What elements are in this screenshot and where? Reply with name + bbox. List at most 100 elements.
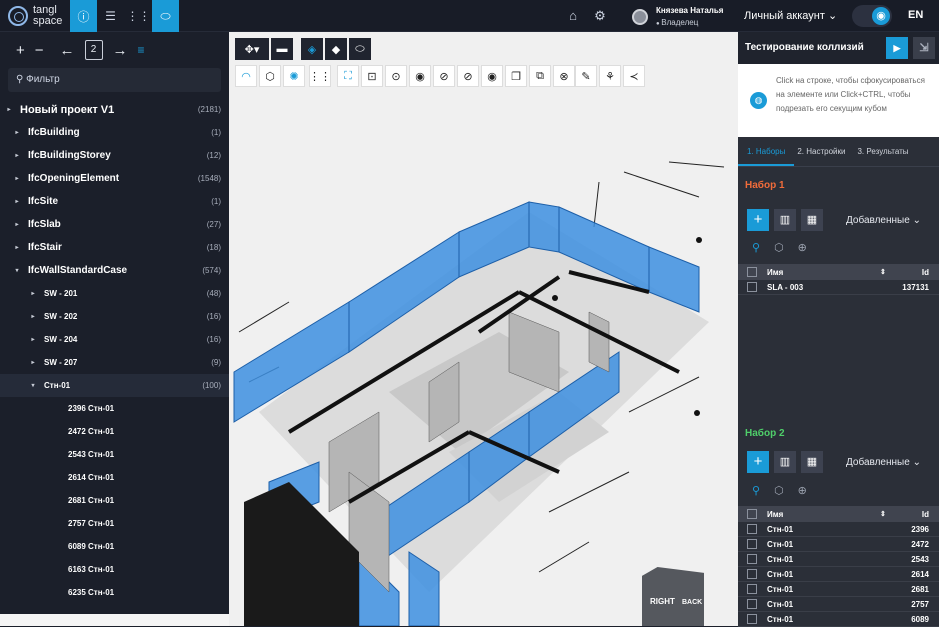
cube-icon[interactable]: ⬡ xyxy=(774,241,784,254)
copy-icon[interactable]: ❐ xyxy=(505,65,527,87)
table-row[interactable]: Стн-01 2396 xyxy=(738,522,939,537)
hide-icon[interactable]: ⊘ xyxy=(433,65,455,87)
chevron-down-icon[interactable]: ▾ xyxy=(12,267,22,274)
clip-icon[interactable]: ⧉ xyxy=(529,65,551,87)
capsule-icon[interactable]: ⬭ xyxy=(349,38,371,60)
tree-node[interactable]: 6089 Стн-01 xyxy=(0,535,229,558)
globe-mesh-icon[interactable]: ✺ xyxy=(283,65,305,87)
comment-icon[interactable]: ▬ xyxy=(271,38,293,60)
export-button[interactable]: ⇲ xyxy=(913,37,935,59)
theme-toggle[interactable]: ◉ xyxy=(852,5,892,27)
view-cube[interactable]: RIGHT BACK xyxy=(642,567,704,626)
row-checkbox[interactable] xyxy=(747,569,757,579)
arrow-right-icon[interactable]: → xyxy=(113,42,128,59)
share-icon[interactable]: ≺ xyxy=(623,65,645,87)
row-checkbox[interactable] xyxy=(747,599,757,609)
row-checkbox[interactable] xyxy=(747,554,757,564)
collision-mode-button[interactable]: ⬭ xyxy=(152,0,179,32)
table-row[interactable]: Стн-01 2614 xyxy=(738,567,939,582)
chevron-right-icon[interactable]: ▸ xyxy=(28,336,38,343)
chevron-right-icon[interactable]: ▸ xyxy=(28,290,38,297)
tab-results[interactable]: 3. Результаты xyxy=(857,147,908,156)
tab-sets[interactable]: 1. Наборы xyxy=(747,147,785,156)
cube-icon[interactable]: ⬡ xyxy=(774,484,784,497)
tree-node[interactable]: ▸ IfcOpeningElement (1548) xyxy=(0,167,229,190)
target-icon[interactable]: ◉ xyxy=(409,65,431,87)
chevron-right-icon[interactable]: ▸ xyxy=(12,152,22,159)
select-all-checkbox[interactable] xyxy=(747,267,757,277)
tree-node[interactable]: 2396 Стн-01 xyxy=(0,397,229,420)
tree-node[interactable]: ▾ IfcWallStandardCase (574) xyxy=(0,259,229,282)
play-button[interactable]: ▶ xyxy=(886,37,908,59)
tree-node[interactable]: 2757 Стн-01 xyxy=(0,512,229,535)
tree-node[interactable]: ▸ IfcBuildingStorey (12) xyxy=(0,144,229,167)
chevron-right-icon[interactable]: ▸ xyxy=(4,106,14,113)
tree-node[interactable]: ▸ Новый проект V1 (2181) xyxy=(0,98,229,121)
set1-clear-icon[interactable]: ▦ xyxy=(801,209,823,231)
collapse-minus-icon[interactable]: − xyxy=(35,42,44,59)
list-mode-button[interactable]: ☰ xyxy=(97,0,124,32)
tree-node[interactable]: 2543 Стн-01 xyxy=(0,443,229,466)
info-mode-button[interactable]: ⓘ xyxy=(70,0,97,32)
grid-icon[interactable]: ⋮⋮ xyxy=(309,65,331,87)
tree-node[interactable]: ▸ IfcStair (18) xyxy=(0,236,229,259)
tree-node[interactable]: ▸ IfcSite (1) xyxy=(0,190,229,213)
tree-node[interactable]: ▸ SW - 202 (16) xyxy=(0,305,229,328)
table-row[interactable]: Стн-01 2472 xyxy=(738,537,939,552)
set2-trash-icon[interactable]: ▥ xyxy=(774,451,796,473)
briefcase-icon[interactable]: ⌂ xyxy=(565,8,581,24)
set2-added-dropdown[interactable]: Добавленные ⌄ xyxy=(846,457,921,468)
globe-icon[interactable]: ⊕ xyxy=(798,241,807,254)
tree-node[interactable]: 2681 Стн-01 xyxy=(0,489,229,512)
table-row[interactable]: Стн-01 2543 xyxy=(738,552,939,567)
user-profile[interactable]: Князева Наталья Владелец xyxy=(632,6,723,27)
tree-node[interactable]: 6235 Стн-01 xyxy=(0,581,229,604)
hierarchy-icon[interactable]: ⚲ xyxy=(752,241,760,254)
row-checkbox[interactable] xyxy=(747,282,757,292)
focus-icon[interactable]: ⊡ xyxy=(361,65,383,87)
chevron-right-icon[interactable]: ▸ xyxy=(12,198,22,205)
levels-icon[interactable]: ≡ xyxy=(138,43,145,57)
account-selector[interactable]: Личный аккаунт ⌄ xyxy=(744,9,837,22)
cube-solid-icon[interactable]: ◆ xyxy=(325,38,347,60)
sort-icon[interactable]: ⇕ xyxy=(880,268,886,276)
filter-input[interactable]: ⚲ Фильтр xyxy=(8,68,221,92)
set2-clear-icon[interactable]: ▦ xyxy=(801,451,823,473)
chevron-right-icon[interactable]: ▸ xyxy=(12,221,22,228)
3d-viewport[interactable]: ✥▾ ▬ ◈ ◆ ⬭ ◠ ⬡ ✺ ⋮⋮ ⛶ ⊡ ⊙ ◉ ⊘ ⊘ ◉ ❐ ⧉ ⊗ … xyxy=(229,32,738,626)
eye-off-icon[interactable]: ⊗ xyxy=(553,65,575,87)
eye-icon[interactable]: ◉ xyxy=(481,65,503,87)
chevron-right-icon[interactable]: ▸ xyxy=(12,244,22,251)
chevron-right-icon[interactable]: ▸ xyxy=(12,129,22,136)
row-checkbox[interactable] xyxy=(747,584,757,594)
row-checkbox[interactable] xyxy=(747,614,757,624)
gauge-icon[interactable]: ◠ xyxy=(235,65,257,87)
tree-node[interactable]: 2614 Стн-01 xyxy=(0,466,229,489)
set1-add-button[interactable]: + xyxy=(747,209,769,231)
ruler-icon[interactable]: ✎ xyxy=(575,65,597,87)
table-row[interactable]: Стн-01 6089 xyxy=(738,612,939,627)
set2-add-button[interactable]: + xyxy=(747,451,769,473)
tree-node[interactable]: ▸ IfcBuilding (1) xyxy=(0,121,229,144)
gear-icon[interactable]: ⚙ xyxy=(592,8,608,24)
set1-trash-icon[interactable]: ▥ xyxy=(774,209,796,231)
table-row[interactable]: SLA - 003 137131 xyxy=(738,280,939,295)
tree-node[interactable]: ▸ IfcSlab (27) xyxy=(0,213,229,236)
hex-settings-icon[interactable]: ⬡ xyxy=(259,65,281,87)
expand-plus-icon[interactable]: + xyxy=(16,42,25,59)
chevron-right-icon[interactable]: ▸ xyxy=(12,175,22,182)
arrow-left-icon[interactable]: ← xyxy=(60,42,75,59)
chevron-down-icon[interactable]: ▾ xyxy=(28,382,38,389)
tangl-logo[interactable]: tangl space xyxy=(8,5,62,27)
hide-others-icon[interactable]: ⊘ xyxy=(457,65,479,87)
grid-mode-button[interactable]: ⋮⋮ xyxy=(125,0,152,32)
cube-wire-icon[interactable]: ◈ xyxy=(301,38,323,60)
chevron-right-icon[interactable]: ▸ xyxy=(28,359,38,366)
table-row[interactable]: Стн-01 2757 xyxy=(738,597,939,612)
set1-added-dropdown[interactable]: Добавленные ⌄ xyxy=(846,215,921,226)
page-number-input[interactable]: 2 xyxy=(84,40,103,60)
building-model[interactable] xyxy=(229,32,738,626)
language-switch[interactable]: EN xyxy=(908,9,923,21)
chevron-right-icon[interactable]: ▸ xyxy=(28,313,38,320)
isolate-icon[interactable]: ⊙ xyxy=(385,65,407,87)
